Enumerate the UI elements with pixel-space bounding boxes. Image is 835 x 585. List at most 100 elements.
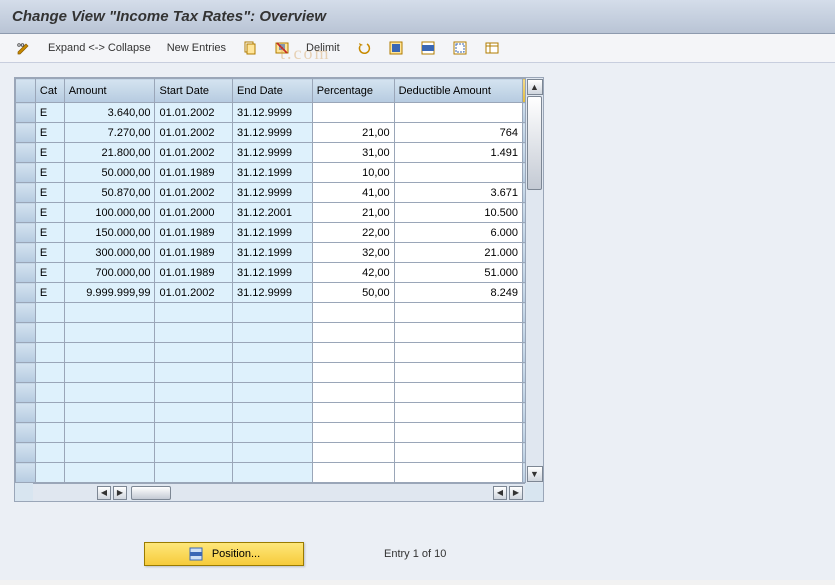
- cell-deductible[interactable]: [394, 363, 522, 383]
- cell-end-date[interactable]: [232, 423, 312, 443]
- table-row[interactable]: E21.800,0001.01.200231.12.999931,001.491: [16, 143, 543, 163]
- cell-deductible[interactable]: 51.000: [394, 263, 522, 283]
- cell-start-date[interactable]: [155, 343, 233, 363]
- col-header-amount[interactable]: Amount: [64, 79, 155, 103]
- col-header-percentage[interactable]: Percentage: [312, 79, 394, 103]
- table-row[interactable]: E700.000,0001.01.198931.12.199942,0051.0…: [16, 263, 543, 283]
- select-block-button[interactable]: [416, 39, 440, 57]
- table-row[interactable]: E3.640,0001.01.200231.12.9999: [16, 103, 543, 123]
- table-row[interactable]: E150.000,0001.01.198931.12.199922,006.00…: [16, 223, 543, 243]
- cell-end-date[interactable]: 31.12.9999: [232, 283, 312, 303]
- copy-as-button[interactable]: [238, 39, 262, 57]
- horizontal-scrollbar[interactable]: ◀ ▶ ◀ ▶: [33, 483, 525, 501]
- cell-amount[interactable]: [64, 443, 155, 463]
- cell-percentage[interactable]: [312, 403, 394, 423]
- expand-collapse-button[interactable]: Expand <-> Collapse: [44, 41, 155, 55]
- cell-percentage[interactable]: [312, 343, 394, 363]
- cell-deductible[interactable]: 1.491: [394, 143, 522, 163]
- cell-end-date[interactable]: 31.12.9999: [232, 103, 312, 123]
- cell-amount[interactable]: 21.800,00: [64, 143, 155, 163]
- row-marker[interactable]: [16, 183, 36, 203]
- cell-cat[interactable]: E: [35, 263, 64, 283]
- cell-start-date[interactable]: 01.01.1989: [155, 163, 233, 183]
- scroll-thumb[interactable]: [527, 96, 542, 190]
- cell-amount[interactable]: 50.870,00: [64, 183, 155, 203]
- cell-deductible[interactable]: [394, 323, 522, 343]
- cell-percentage[interactable]: [312, 303, 394, 323]
- cell-deductible[interactable]: [394, 403, 522, 423]
- cell-start-date[interactable]: [155, 383, 233, 403]
- cell-percentage[interactable]: 50,00: [312, 283, 394, 303]
- row-marker[interactable]: [16, 443, 36, 463]
- cell-amount[interactable]: [64, 303, 155, 323]
- vertical-scrollbar[interactable]: ▲ ▼: [525, 78, 543, 483]
- cell-start-date[interactable]: 01.01.1989: [155, 223, 233, 243]
- new-entries-button[interactable]: New Entries: [163, 41, 230, 55]
- cell-amount[interactable]: 100.000,00: [64, 203, 155, 223]
- row-selector-header[interactable]: [16, 79, 36, 103]
- table-row-empty[interactable]: [16, 463, 543, 483]
- cell-percentage[interactable]: 31,00: [312, 143, 394, 163]
- cell-start-date[interactable]: [155, 363, 233, 383]
- row-marker[interactable]: [16, 343, 36, 363]
- cell-percentage[interactable]: [312, 383, 394, 403]
- table-row-empty[interactable]: [16, 403, 543, 423]
- cell-percentage[interactable]: 21,00: [312, 203, 394, 223]
- cell-start-date[interactable]: [155, 303, 233, 323]
- row-marker[interactable]: [16, 403, 36, 423]
- cell-percentage[interactable]: 32,00: [312, 243, 394, 263]
- cell-start-date[interactable]: [155, 423, 233, 443]
- col-header-cat[interactable]: Cat: [35, 79, 64, 103]
- cell-percentage[interactable]: 21,00: [312, 123, 394, 143]
- table-row[interactable]: E50.000,0001.01.198931.12.199910,00: [16, 163, 543, 183]
- cell-end-date[interactable]: 31.12.9999: [232, 123, 312, 143]
- cell-deductible[interactable]: [394, 343, 522, 363]
- cell-percentage[interactable]: [312, 443, 394, 463]
- cell-deductible[interactable]: 10.500: [394, 203, 522, 223]
- cell-end-date[interactable]: [232, 343, 312, 363]
- delete-button[interactable]: [270, 39, 294, 57]
- scroll-track[interactable]: [526, 96, 543, 465]
- cell-cat[interactable]: [35, 443, 64, 463]
- cell-end-date[interactable]: [232, 383, 312, 403]
- cell-start-date[interactable]: [155, 463, 233, 483]
- undo-button[interactable]: [352, 39, 376, 57]
- cell-end-date[interactable]: 31.12.1999: [232, 223, 312, 243]
- cell-end-date[interactable]: [232, 463, 312, 483]
- cell-start-date[interactable]: 01.01.1989: [155, 263, 233, 283]
- cell-percentage[interactable]: [312, 103, 394, 123]
- cell-end-date[interactable]: 31.12.9999: [232, 143, 312, 163]
- table-row[interactable]: E50.870,0001.01.200231.12.999941,003.671: [16, 183, 543, 203]
- cell-end-date[interactable]: 31.12.1999: [232, 263, 312, 283]
- cell-start-date[interactable]: 01.01.2002: [155, 283, 233, 303]
- cell-start-date[interactable]: [155, 443, 233, 463]
- scroll-down-button[interactable]: ▼: [527, 466, 543, 482]
- row-marker[interactable]: [16, 203, 36, 223]
- cell-start-date[interactable]: 01.01.1989: [155, 243, 233, 263]
- configure-button[interactable]: [480, 39, 504, 57]
- cell-cat[interactable]: E: [35, 183, 64, 203]
- row-marker[interactable]: [16, 283, 36, 303]
- row-marker[interactable]: [16, 363, 36, 383]
- cell-amount[interactable]: [64, 463, 155, 483]
- cell-deductible[interactable]: 3.671: [394, 183, 522, 203]
- row-marker[interactable]: [16, 163, 36, 183]
- cell-cat[interactable]: E: [35, 223, 64, 243]
- cell-deductible[interactable]: [394, 443, 522, 463]
- cell-end-date[interactable]: [232, 403, 312, 423]
- cell-cat[interactable]: E: [35, 203, 64, 223]
- cell-cat[interactable]: E: [35, 283, 64, 303]
- toggle-display-change-button[interactable]: [12, 39, 36, 57]
- cell-deductible[interactable]: [394, 463, 522, 483]
- cell-start-date[interactable]: 01.01.2002: [155, 183, 233, 203]
- cell-cat[interactable]: E: [35, 243, 64, 263]
- cell-amount[interactable]: 150.000,00: [64, 223, 155, 243]
- row-marker[interactable]: [16, 303, 36, 323]
- table-row-empty[interactable]: [16, 343, 543, 363]
- cell-cat[interactable]: E: [35, 163, 64, 183]
- cell-end-date[interactable]: [232, 443, 312, 463]
- cell-amount[interactable]: [64, 423, 155, 443]
- cell-end-date[interactable]: [232, 323, 312, 343]
- cell-start-date[interactable]: 01.01.2002: [155, 103, 233, 123]
- cell-amount[interactable]: 300.000,00: [64, 243, 155, 263]
